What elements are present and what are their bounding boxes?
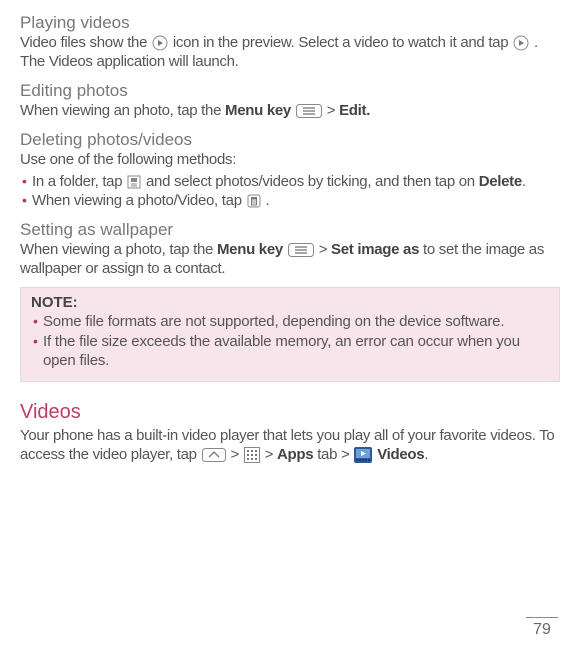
videos-app-icon [354, 447, 372, 463]
text-fragment: and select photos/videos by ticking, and… [146, 173, 479, 190]
menu-key-icon [288, 243, 314, 257]
list-item: If the file size exceeds the available m… [31, 332, 549, 371]
text-fragment: . [424, 446, 428, 463]
text-fragment: When viewing an photo, tap the [20, 102, 225, 119]
text-fragment: When viewing a photo/Video, tap [32, 192, 246, 209]
deleting-intro: Use one of the following methods: [20, 151, 560, 170]
heading-wallpaper: Setting as wallpaper [20, 219, 560, 240]
menu-key-icon [296, 104, 322, 118]
videos-label: Videos [377, 446, 424, 463]
apps-grid-icon [244, 447, 260, 463]
heading-deleting: Deleting photos/videos [20, 129, 560, 150]
edit-label: Edit. [339, 102, 370, 119]
text-fragment: . [265, 192, 269, 209]
editing-photos-text: When viewing an photo, tap the Menu key … [20, 102, 560, 121]
share-select-icon [127, 175, 141, 189]
list-item: When viewing a photo/Video, tap . [20, 191, 560, 211]
text-fragment: In a folder, tap [32, 173, 126, 190]
playing-videos-text: Video files show the icon in the preview… [20, 34, 560, 72]
text-fragment: icon in the preview. Select a video to w… [173, 34, 512, 51]
text-fragment: When viewing a photo, tap the [20, 241, 217, 258]
list-item: In a folder, tap and select photos/video… [20, 172, 560, 192]
apps-tab-label: Apps [277, 446, 313, 463]
play-circle-icon [513, 35, 529, 51]
play-badge-icon [152, 35, 168, 51]
note-title: NOTE: [31, 294, 549, 313]
note-box: NOTE: Some file formats are not supporte… [20, 287, 560, 382]
heading-videos: Videos [20, 400, 560, 425]
note-list: Some file formats are not supported, dep… [31, 312, 549, 371]
page-number: 79 [526, 617, 558, 640]
deleting-methods-list: In a folder, tap and select photos/video… [20, 172, 560, 211]
heading-editing-photos: Editing photos [20, 80, 560, 101]
trash-icon [247, 194, 261, 208]
delete-label: Delete [479, 173, 522, 190]
menu-key-label: Menu key [217, 241, 283, 258]
set-image-as-label: Set image as [331, 241, 419, 258]
text-fragment: tab > [317, 446, 353, 463]
videos-text: Your phone has a built-in video player t… [20, 427, 560, 465]
menu-key-label: Menu key [225, 102, 291, 119]
home-key-icon [202, 448, 226, 462]
text-fragment: > [230, 446, 242, 463]
text-fragment: > [319, 241, 331, 258]
text-fragment: . [522, 173, 526, 190]
text-fragment: Video files show the [20, 34, 151, 51]
text-fragment: > [327, 102, 339, 119]
text-fragment: > [265, 446, 277, 463]
heading-playing-videos: Playing videos [20, 12, 560, 33]
wallpaper-text: When viewing a photo, tap the Menu key >… [20, 241, 560, 279]
list-item: Some file formats are not supported, dep… [31, 312, 549, 332]
